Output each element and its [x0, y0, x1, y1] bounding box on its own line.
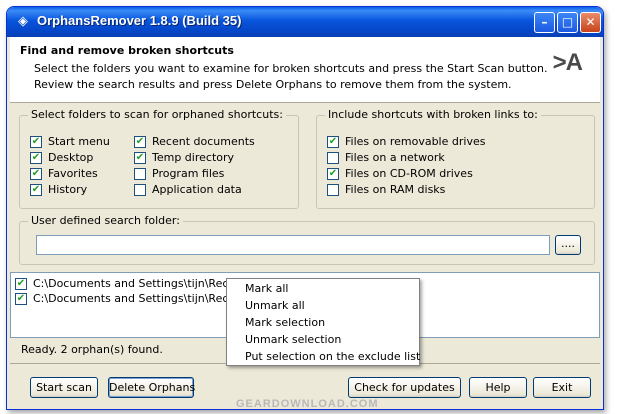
- status-text: Ready. 2 orphan(s) found.: [21, 343, 163, 356]
- check-icon[interactable]: ✔: [15, 293, 27, 305]
- context-menu: Mark all Unmark all Mark selection Unmar…: [226, 278, 420, 366]
- search-folder-input[interactable]: [36, 235, 550, 255]
- window-title: OrphansRemover 1.8.9 (Build 35): [37, 13, 242, 28]
- app-icon: ◈: [18, 14, 28, 29]
- checkbox-box: [134, 168, 146, 180]
- checkbox-box: [327, 152, 339, 164]
- maximize-button[interactable]: □: [557, 12, 578, 33]
- title-bar[interactable]: ◈ OrphansRemover 1.8.9 (Build 35) – □ ✕: [7, 7, 603, 37]
- checkbox-label: Files on a network: [345, 151, 445, 164]
- check-icon[interactable]: ✔: [15, 278, 27, 290]
- checkbox-label: Favorites: [48, 167, 98, 180]
- checkbox-label: Temp directory: [152, 151, 235, 164]
- checkbox-label: History: [48, 183, 88, 196]
- header-panel: Find and remove broken shortcuts Select …: [10, 37, 600, 103]
- menu-item-unmark-all[interactable]: Unmark all: [245, 299, 305, 312]
- checkbox-label: Files on RAM disks: [345, 183, 446, 196]
- checkbox-label: Start menu: [48, 135, 110, 148]
- links-group-label: Include shortcuts with broken links to:: [325, 108, 541, 121]
- checkbox-label: Desktop: [48, 151, 94, 164]
- links-group: Include shortcuts with broken links to: …: [316, 108, 595, 209]
- checkbox-label: Files on removable drives: [345, 135, 486, 148]
- exit-button[interactable]: Exit: [533, 377, 591, 398]
- check-icon: ✔: [134, 136, 146, 148]
- check-icon: ✔: [30, 136, 42, 148]
- check-for-updates-button[interactable]: Check for updates: [348, 377, 461, 398]
- check-icon: ✔: [30, 152, 42, 164]
- menu-item-mark-all[interactable]: Mark all: [245, 282, 288, 295]
- menu-item-unmark-selection[interactable]: Unmark selection: [245, 333, 341, 346]
- menu-item-mark-selection[interactable]: Mark selection: [245, 316, 325, 329]
- folders-group-label: Select folders to scan for orphaned shor…: [28, 108, 286, 121]
- check-icon: ✔: [327, 136, 339, 148]
- search-folder-label: User defined search folder:: [28, 214, 183, 227]
- help-button[interactable]: Help: [469, 377, 527, 398]
- close-button[interactable]: ✕: [580, 12, 601, 33]
- start-scan-button[interactable]: Start scan: [30, 377, 98, 398]
- check-icon: ✔: [134, 152, 146, 164]
- result-path: C:\Documents and Settings\tijn\Recent\: [33, 292, 251, 305]
- folders-group: Select folders to scan for orphaned shor…: [19, 108, 299, 209]
- minimize-button[interactable]: –: [534, 12, 555, 33]
- checkbox-label: Application data: [152, 183, 242, 196]
- checkbox-label: Recent documents: [152, 135, 255, 148]
- watermark: GEARDOWNLOAD.COM: [236, 398, 379, 410]
- header-instruction-1: Select the folders you want to examine f…: [34, 62, 548, 75]
- delete-orphans-button[interactable]: Delete Orphans: [108, 377, 195, 398]
- checkbox-label: Program files: [152, 167, 225, 180]
- check-icon: ✔: [30, 184, 42, 196]
- checkbox-label: Files on CD-ROM drives: [345, 167, 473, 180]
- result-path: C:\Documents and Settings\tijn\Recent\: [33, 277, 251, 290]
- checkbox-box: [327, 184, 339, 196]
- app-logo: >A: [552, 49, 583, 76]
- checkbox-box: [134, 184, 146, 196]
- check-icon: ✔: [327, 168, 339, 180]
- check-icon: ✔: [30, 168, 42, 180]
- menu-item-exclude-list[interactable]: Put selection on the exclude list: [245, 350, 420, 363]
- header-instruction-2: Review the search results and press Dele…: [34, 78, 512, 91]
- header-title: Find and remove broken shortcuts: [20, 44, 234, 57]
- browse-button[interactable]: ....: [555, 235, 581, 255]
